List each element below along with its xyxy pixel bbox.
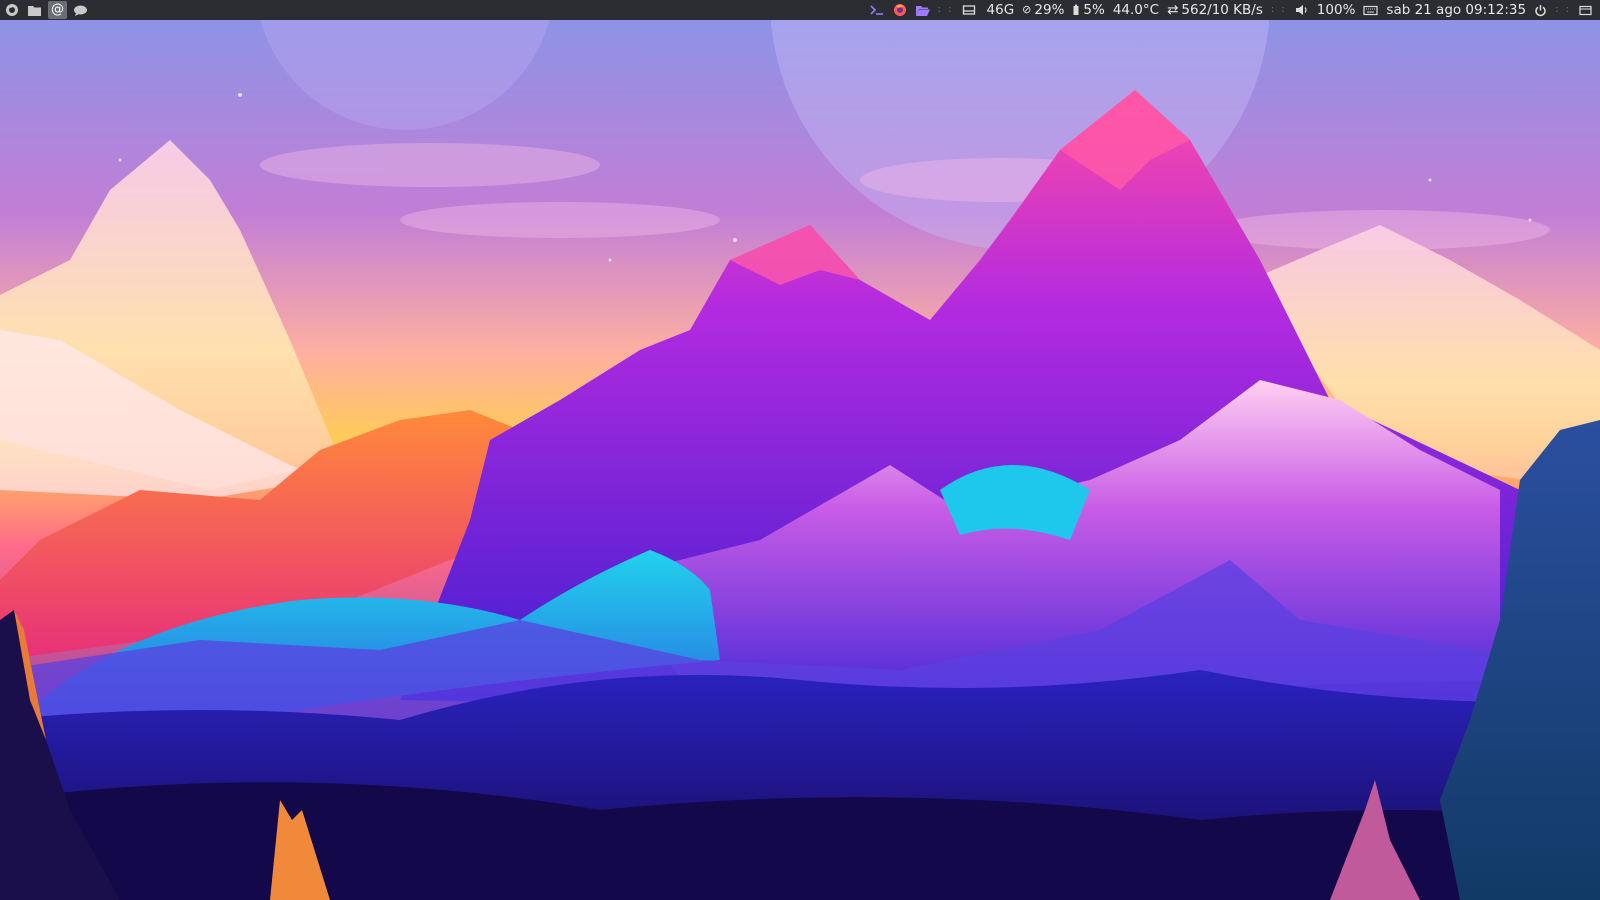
network-status[interactable]: ⇄ 562/10 KB/s [1167,0,1263,20]
terminal-icon [870,5,883,15]
firefox-icon [5,4,18,16]
disk-value: 46G [986,2,1015,18]
window-icon [1579,5,1592,15]
power-icon [1535,4,1546,16]
clock[interactable]: sab 21 ago 09:12:35 [1386,0,1526,20]
temperature-status[interactable]: 44.0°C [1113,0,1159,20]
cpu-value: 29% [1034,2,1065,18]
separator: : : [937,4,954,15]
firefox-launcher[interactable] [2,1,21,19]
top-panel: @ : : 46G ⊘ 29% 5% 44.0°C ⇄ 562/10 KB/s … [0,0,1600,20]
battery-status[interactable]: 5% [1072,0,1105,20]
datetime-value: sab 21 ago 09:12:35 [1386,2,1527,18]
cpu-status[interactable]: ⊘ 29% [1022,0,1064,20]
launcher-area: @ [2,0,90,20]
folder-open-icon [915,5,930,16]
battery-value: 5% [1083,2,1105,18]
terminal-tray[interactable] [869,4,885,16]
show-desktop-button[interactable] [1579,5,1592,16]
files-tray[interactable] [915,4,930,17]
battery-icon [1073,4,1079,15]
temperature-value: 44.0°C [1112,2,1160,18]
power-button[interactable] [1534,4,1547,17]
at-sign-icon: @ [51,2,64,17]
status-area: : : 46G ⊘ 29% 5% 44.0°C ⇄ 562/10 KB/s : … [865,0,1596,20]
chat-launcher[interactable] [71,1,90,19]
hard-drive-icon [962,5,975,15]
chat-bubble-icon [74,5,87,16]
speaker-icon [1295,5,1307,15]
firefox-icon [893,4,906,16]
keyboard-layout[interactable] [1363,5,1379,16]
network-value: 562/10 KB/s [1181,2,1263,18]
disk-status[interactable]: 46G [962,0,1015,20]
volume-status[interactable]: 100% [1295,0,1356,20]
mail-launcher[interactable]: @ [48,1,67,19]
separator: : : [1555,4,1571,15]
transfer-arrows-icon: ⇄ [1167,2,1179,18]
separator: : : [1270,4,1287,15]
firefox-tray[interactable] [893,3,907,17]
keyboard-icon [1363,5,1379,15]
desktop-wallpaper [0,20,1600,900]
cpu-icon: ⊘ [1022,3,1032,16]
volume-value: 100% [1316,2,1356,18]
folder-icon [28,5,41,16]
files-launcher[interactable] [25,1,44,19]
